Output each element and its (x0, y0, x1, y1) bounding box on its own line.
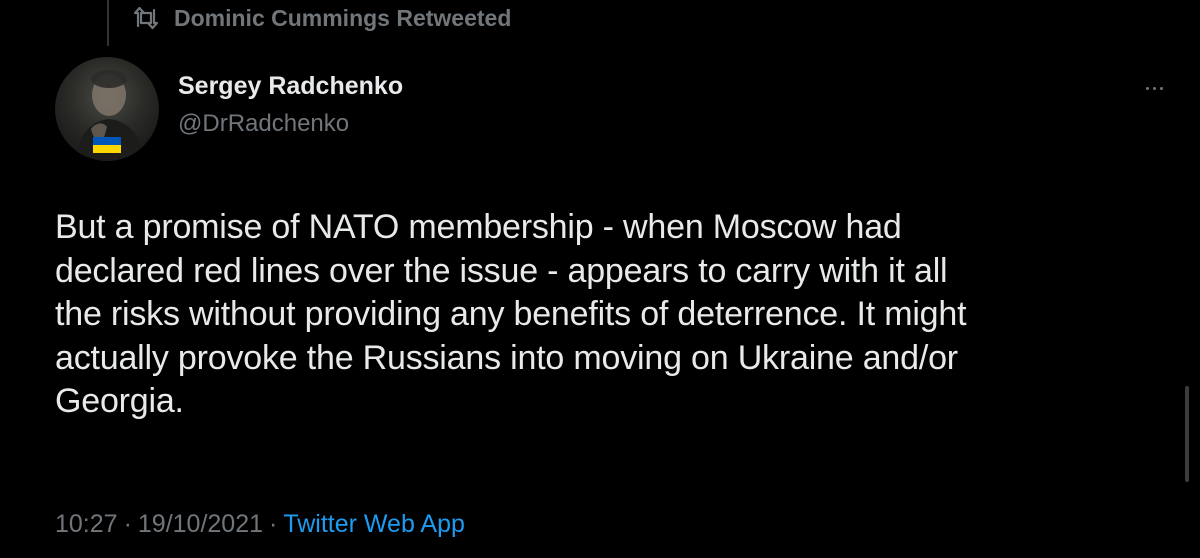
more-horizontal-icon (1159, 86, 1163, 90)
tweet-time[interactable]: 10:27 (55, 510, 118, 539)
meta-separator: · (269, 510, 278, 538)
tweet-screen: Dominic Cummings Retweeted Sergey Radche… (0, 0, 1200, 558)
tweet-text-line: actually provoke the Russians into movin… (55, 338, 958, 377)
tweet-source-link[interactable]: Twitter Web App (283, 510, 465, 539)
meta-separator: · (123, 510, 132, 538)
retweet-icon (132, 6, 160, 30)
ukraine-flag-icon (93, 137, 121, 153)
tweet-text-line: But a promise of NATO membership - when … (55, 208, 902, 246)
tweet-text: But a promise of NATO membership - when … (55, 206, 1165, 424)
thread-connector-line (107, 0, 109, 46)
more-horizontal-icon (1145, 86, 1149, 90)
author-handle[interactable]: @DrRadchenko (178, 110, 349, 138)
more-horizontal-icon (1152, 86, 1156, 90)
avatar[interactable] (55, 57, 159, 161)
retweet-context[interactable]: Dominic Cummings Retweeted (132, 2, 511, 34)
tweet-text-line: Georgia. (55, 382, 184, 420)
scrollbar-thumb[interactable] (1185, 386, 1189, 482)
retweet-label: Dominic Cummings Retweeted (174, 4, 512, 31)
tweet-date[interactable]: 19/10/2021 (138, 510, 263, 539)
tweet-text-line: declared red lines over the issue - appe… (55, 251, 948, 290)
author-name[interactable]: Sergey Radchenko (178, 72, 403, 101)
tweet-metadata: 10:27 · 19/10/2021 · Twitter Web App (55, 510, 465, 539)
tweet-text-line: the risks without providing any benefits… (55, 295, 967, 333)
more-options-button[interactable] (1138, 72, 1170, 104)
